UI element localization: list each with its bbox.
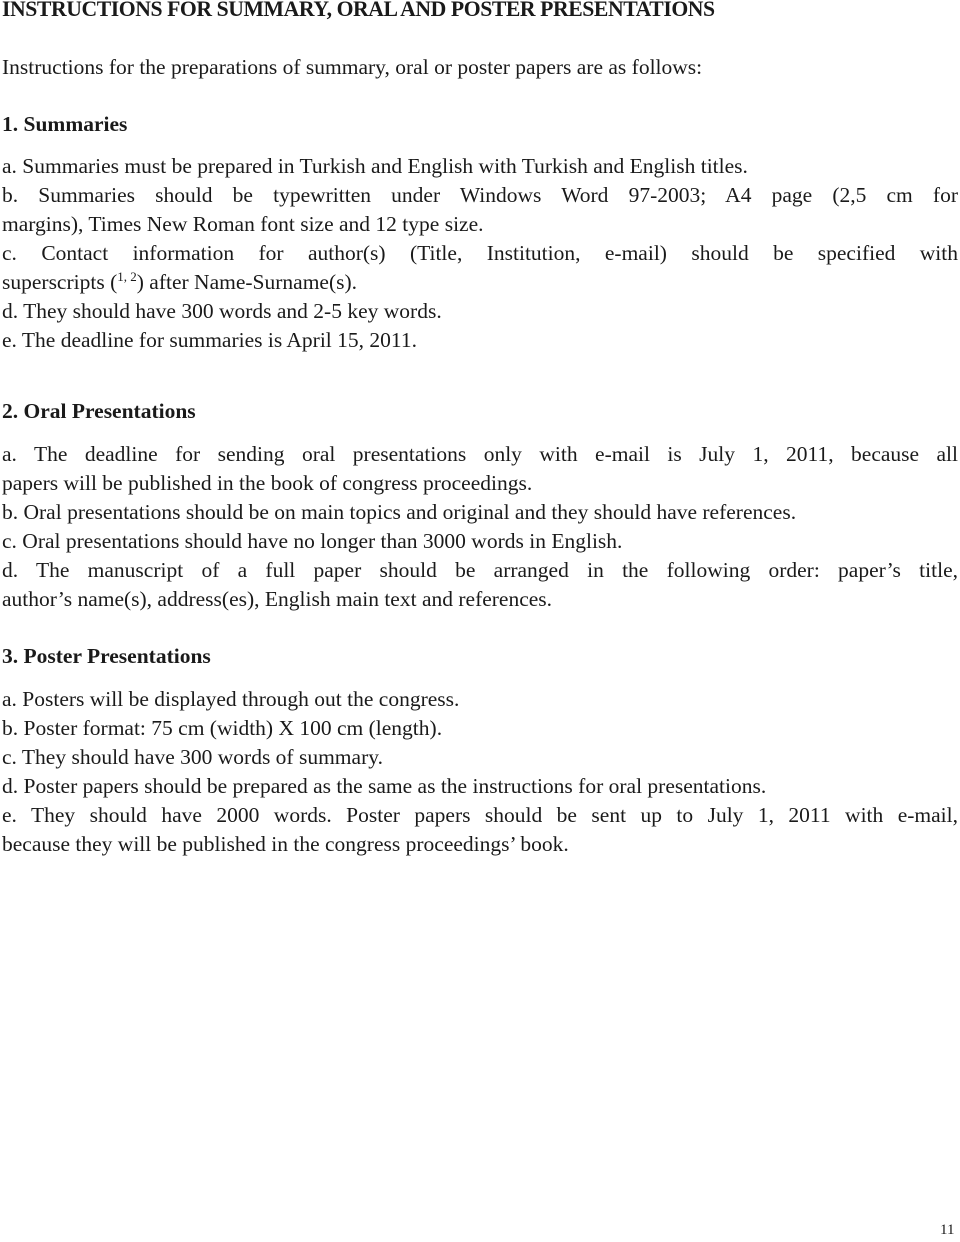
oral-item-d-line2: author’s name(s), address(es), English m…: [2, 587, 553, 611]
poster-item-a: a. Posters will be displayed through out…: [2, 687, 460, 711]
summaries-item-b-line2: margins), Times New Roman font size and …: [2, 212, 484, 236]
summaries-item-b-line1: b. Summaries should be typewritten under…: [2, 183, 958, 207]
summaries-item-d: d. They should have 300 words and 2-5 ke…: [2, 299, 442, 323]
summaries-item-e: e. The deadline for summaries is April 1…: [2, 328, 417, 352]
superscript-numbers: 1, 2: [117, 269, 137, 284]
document-page: INSTRUCTIONS FOR SUMMARY, ORAL AND POSTE…: [0, 0, 960, 1242]
oral-item-a-line2: papers will be published in the book of …: [2, 471, 533, 495]
section-heading-oral-presentations: 2. Oral Presentations: [2, 399, 196, 423]
oral-item-a-line1: a. The deadline for sending oral present…: [2, 442, 958, 466]
summaries-item-a: a. Summaries must be prepared in Turkish…: [2, 154, 748, 178]
poster-item-b: b. Poster format: 75 cm (width) X 100 cm…: [2, 716, 443, 740]
oral-item-c: c. Oral presentations should have no lon…: [2, 529, 623, 553]
section-heading-summaries: 1. Summaries: [2, 112, 128, 136]
page-number: 11: [940, 1222, 955, 1238]
poster-item-e-line2: because they will be published in the co…: [2, 832, 569, 856]
superscripts-text-after: ) after Name-Surname(s).: [136, 270, 358, 294]
poster-item-d: d. Poster papers should be prepared as t…: [2, 774, 767, 798]
summaries-item-c-line2: superscripts (1, 2) after Name-Surname(s…: [2, 268, 357, 297]
oral-item-d-line1: d. The manuscript of a full paper should…: [2, 558, 958, 582]
section-heading-poster-presentations: 3. Poster Presentations: [2, 644, 211, 668]
oral-item-b: b. Oral presentations should be on main …: [2, 500, 797, 524]
superscripts-text-before: superscripts (: [2, 270, 118, 294]
poster-item-c: c. They should have 300 words of summary…: [2, 745, 383, 769]
poster-item-e-line1: e. They should have 2000 words. Poster p…: [2, 803, 958, 827]
document-title: INSTRUCTIONS FOR SUMMARY, ORAL AND POSTE…: [2, 0, 715, 21]
summaries-item-c-line1: c. Contact information for author(s) (Ti…: [2, 241, 958, 265]
intro-paragraph: Instructions for the preparations of sum…: [2, 55, 703, 79]
